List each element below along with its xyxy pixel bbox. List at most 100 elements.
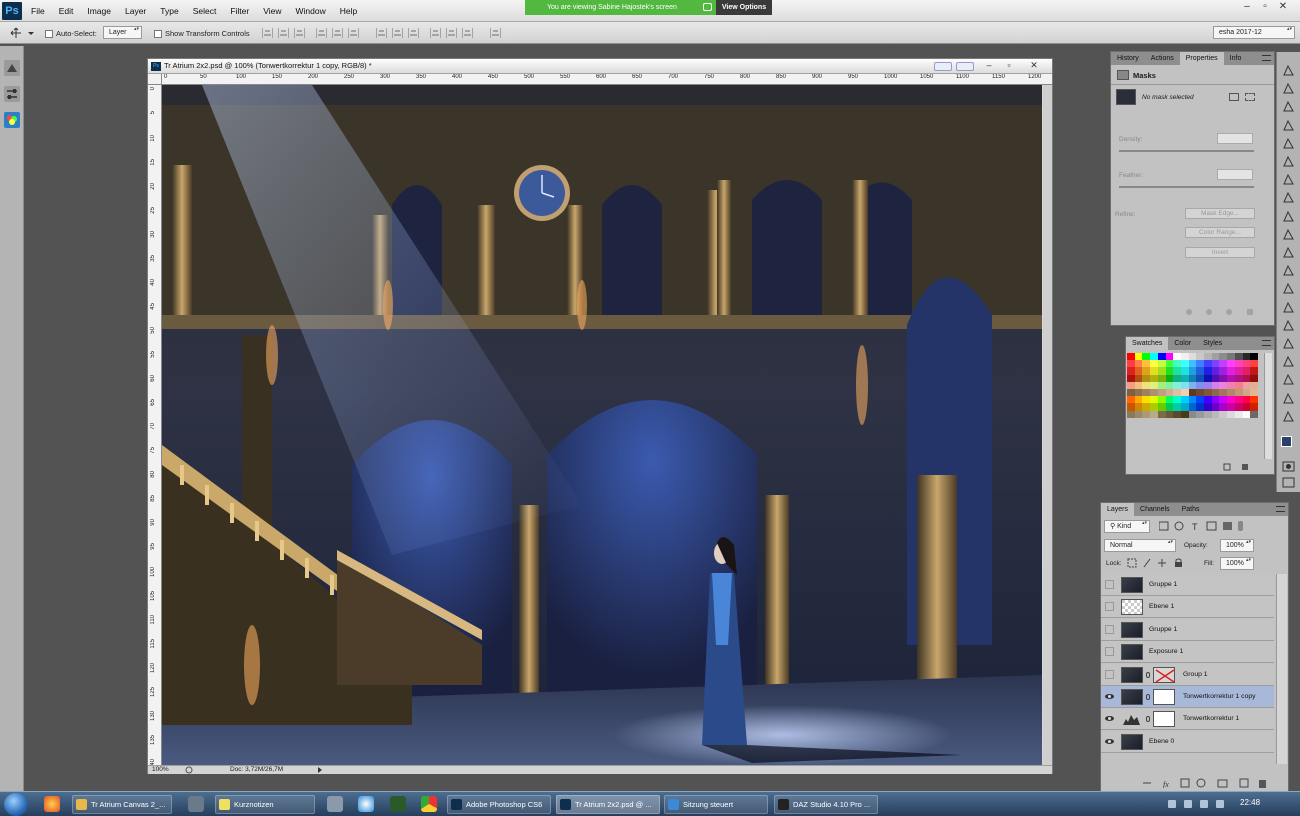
layers-footer-icons[interactable]: fx [1141,778,1271,789]
tray-network-icon[interactable] [1200,800,1208,808]
color-swatch[interactable] [1242,381,1251,389]
color-swatch[interactable] [1196,367,1205,375]
layer-row[interactable]: Gruppe 1 [1101,574,1274,596]
distribute-vcenter-icon[interactable] [392,28,403,38]
color-swatch[interactable] [1204,396,1212,404]
color-swatch[interactable] [1204,360,1212,368]
color-swatch[interactable] [1150,381,1158,389]
skype-icon[interactable] [358,796,374,812]
foreground-color-icon[interactable] [1281,436,1292,447]
mask-link-icon[interactable] [1146,716,1150,723]
color-swatch[interactable] [1165,396,1174,404]
crop-tool-icon[interactable] [1282,137,1295,150]
color-swatch[interactable] [1165,367,1174,375]
status-arrow-icon[interactable] [316,766,324,774]
color-swatch[interactable] [1165,381,1174,389]
color-swatch[interactable] [1142,374,1151,382]
color-swatch[interactable] [1196,374,1205,382]
color-swatch[interactable] [1234,396,1243,404]
color-swatch[interactable] [1127,360,1135,368]
color-swatch[interactable] [1180,381,1189,389]
opacity-input[interactable]: 100% [1220,539,1254,552]
color-swatch[interactable] [1211,403,1220,411]
color-swatch[interactable] [1196,388,1205,397]
color-swatch[interactable] [1134,388,1143,397]
distribute-top-icon[interactable] [376,28,387,38]
color-swatch[interactable] [1188,367,1197,375]
color-swatch[interactable] [1219,360,1228,368]
dodge-tool-icon[interactable] [1282,301,1295,314]
color-swatch[interactable] [1234,353,1243,361]
color-swatch[interactable] [1204,353,1212,361]
lasso-tool-icon[interactable] [1282,100,1295,113]
color-swatch[interactable] [1219,374,1228,382]
color-swatch[interactable] [1188,403,1197,411]
color-swatch[interactable] [1204,388,1212,397]
visibility-eye-icon[interactable] [1105,580,1114,589]
color-swatch[interactable] [1157,374,1166,382]
color-swatch[interactable] [1173,396,1181,404]
color-swatch[interactable] [1165,410,1174,418]
color-swatch[interactable] [1227,396,1235,404]
menu-image[interactable]: Image [80,0,118,22]
color-swatch[interactable] [1165,388,1174,397]
type-tool-icon[interactable] [1282,337,1295,350]
tray-flag-icon[interactable] [1184,800,1192,808]
minimize-button[interactable]: – [1238,0,1256,14]
color-palette-icon[interactable] [4,112,20,128]
layer-row[interactable]: Tonwertkorrektur 1 copy [1101,686,1274,708]
auto-align-icon[interactable] [490,28,501,38]
feather-input[interactable] [1217,169,1253,180]
color-swatch[interactable] [1157,367,1166,375]
gradient-tool-icon[interactable] [1282,264,1295,277]
color-swatch[interactable] [1134,381,1143,389]
color-swatch[interactable] [1173,388,1181,397]
color-swatch[interactable] [1157,396,1166,404]
color-swatch[interactable] [1250,388,1258,397]
color-swatch[interactable] [1165,403,1174,411]
view-options-button[interactable]: View Options [716,0,772,15]
color-swatch[interactable] [1150,367,1158,375]
color-swatch[interactable] [1157,360,1166,368]
color-swatch[interactable] [1173,360,1181,368]
distribute-bottom-icon[interactable] [408,28,419,38]
color-swatch[interactable] [1188,353,1197,361]
color-swatch[interactable] [1142,367,1151,375]
color-swatch[interactable] [1157,388,1166,397]
color-swatch[interactable] [1234,360,1243,368]
color-swatch[interactable] [1227,367,1235,375]
layer-mask-thumbnail[interactable] [1153,666,1175,683]
align-right-icon[interactable] [348,28,359,38]
zoom-level[interactable]: 100% [152,766,169,774]
tab-swatches[interactable]: Swatches [1126,337,1169,350]
screen-mode-tool-icon[interactable] [1282,476,1295,489]
color-swatch[interactable] [1173,374,1181,382]
menu-edit[interactable]: Edit [52,0,81,22]
blend-mode-dropdown[interactable]: Normal [1104,539,1176,552]
hand-tool-icon[interactable] [1282,392,1295,405]
marquee-tool-icon[interactable] [1282,82,1295,95]
doc-minimize-button[interactable]: – [980,60,998,72]
swatches-footer-icons[interactable] [1222,463,1252,471]
tool-pin-icon[interactable] [327,796,343,812]
color-swatch[interactable] [1250,360,1258,368]
color-swatch[interactable] [1142,396,1151,404]
tab-color[interactable]: Color [1168,337,1197,350]
color-swatch[interactable] [1173,403,1181,411]
menu-filter[interactable]: Filter [223,0,256,22]
color-swatch[interactable] [1227,403,1235,411]
workspace-switcher[interactable]: esha 2017-12 [1213,26,1295,39]
color-range-button[interactable]: Color Range... [1185,227,1255,238]
history-brush-icon[interactable] [4,60,20,76]
color-swatch[interactable] [1242,360,1251,368]
fill-input[interactable]: 100% [1220,557,1254,570]
mask-link-icon[interactable] [1146,671,1150,678]
color-swatch[interactable] [1142,353,1151,361]
color-swatch[interactable] [1150,396,1158,404]
screen-mode-icon[interactable] [956,62,974,71]
align-hcenter-icon[interactable] [332,28,343,38]
color-swatch[interactable] [1188,388,1197,397]
color-swatch[interactable] [1150,353,1158,361]
color-swatch[interactable] [1134,396,1143,404]
color-swatch[interactable] [1211,367,1220,375]
